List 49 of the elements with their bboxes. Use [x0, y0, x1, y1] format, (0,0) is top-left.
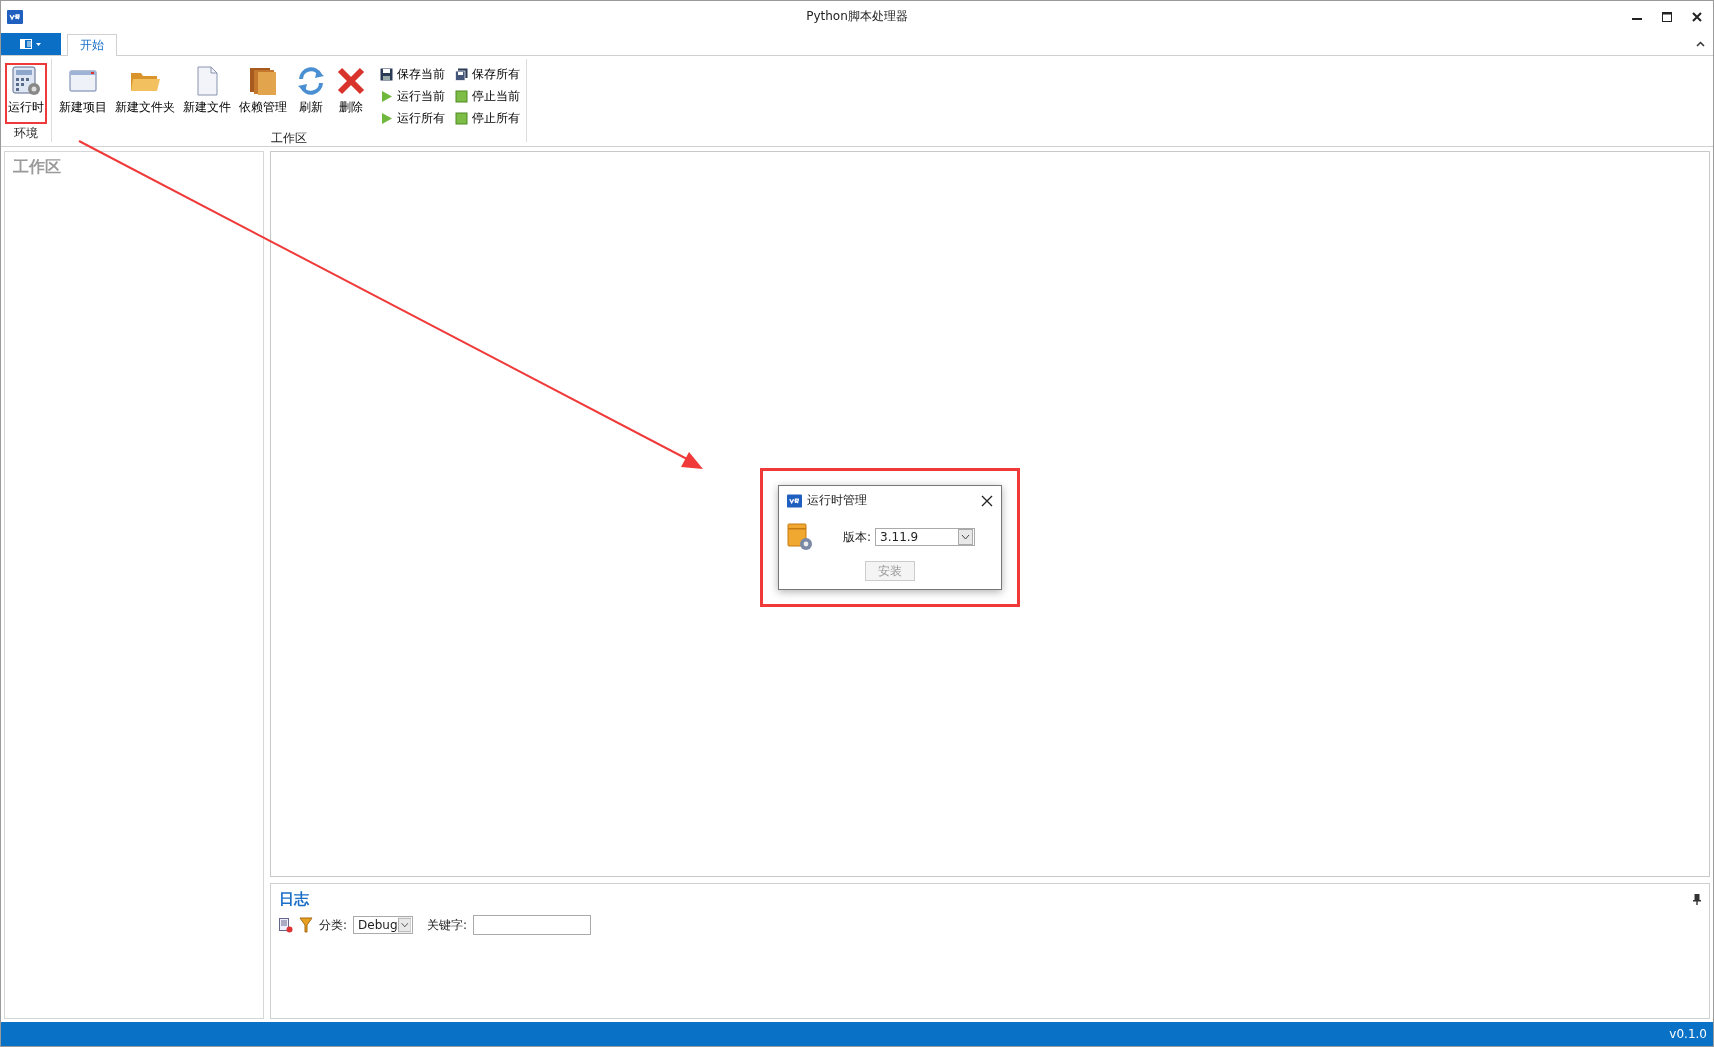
floppy-disks-icon [455, 67, 468, 81]
panel-title: 工作区 [12, 156, 62, 178]
version-label: 版本: [843, 528, 872, 546]
play-icon [380, 111, 393, 125]
category-label: 分类: [319, 916, 348, 934]
close-icon[interactable] [981, 494, 993, 507]
books-icon [247, 65, 279, 97]
ribbon-button[interactable]: 新建文件夹 [112, 63, 178, 129]
version-dropdown[interactable]: 3.11.9 [875, 528, 976, 546]
stop-icon [455, 89, 468, 103]
group-label: 工作区 [270, 130, 308, 147]
close-icon[interactable] [1691, 10, 1703, 23]
play-icon [380, 89, 393, 103]
delete-icon [335, 65, 367, 97]
ribbon-button[interactable]: 刷新 [292, 63, 330, 129]
ribbon-button[interactable]: 依赖管理 [236, 63, 290, 129]
dropdown-icon [958, 529, 974, 545]
box-gear-icon [787, 523, 813, 551]
ribbon-small-button[interactable]: 运行当前 [378, 85, 447, 107]
app-menu-button[interactable] [1, 33, 61, 55]
ribbon-small-button[interactable]: 停止当前 [453, 85, 522, 107]
clear-log-icon[interactable] [279, 917, 293, 933]
ribbon-button[interactable]: 新建项目 [56, 63, 110, 129]
funnel-icon[interactable] [299, 917, 313, 933]
keyword-field[interactable] [473, 915, 592, 935]
calculator-gear-icon [10, 65, 42, 97]
ribbon-button[interactable]: 新建文件 [180, 63, 234, 129]
window-title: Python脚本处理器 [806, 8, 908, 25]
app-logo-icon [787, 493, 802, 508]
pin-icon[interactable] [1693, 894, 1701, 905]
ribbon-button[interactable]: 删除 [332, 63, 370, 129]
app-logo-icon [7, 9, 23, 24]
version-text: v0.1.0 [1669, 1027, 1707, 1041]
group-label: 环境 [13, 125, 39, 142]
log-title: 日志 [279, 890, 309, 909]
ribbon-small-button[interactable]: 运行所有 [378, 107, 447, 129]
category-dropdown[interactable]: Debug [353, 916, 414, 934]
keyword-label: 关键字: [427, 916, 468, 934]
maximize-icon[interactable] [1661, 10, 1673, 23]
stop-icon [455, 111, 468, 125]
panel-icon [20, 39, 42, 49]
ribbon-small-button[interactable]: 保存当前 [378, 63, 447, 85]
ribbon-button[interactable]: 运行时 [5, 63, 47, 124]
ribbon-tab[interactable]: 开始 [67, 34, 117, 56]
collapse-icon[interactable] [1696, 41, 1705, 47]
ribbon-small-button[interactable]: 保存所有 [453, 63, 522, 85]
dropdown-icon [397, 917, 412, 933]
ribbon-small-button[interactable]: 停止所有 [453, 107, 522, 129]
dialog-title: 运行时管理 [807, 492, 868, 509]
